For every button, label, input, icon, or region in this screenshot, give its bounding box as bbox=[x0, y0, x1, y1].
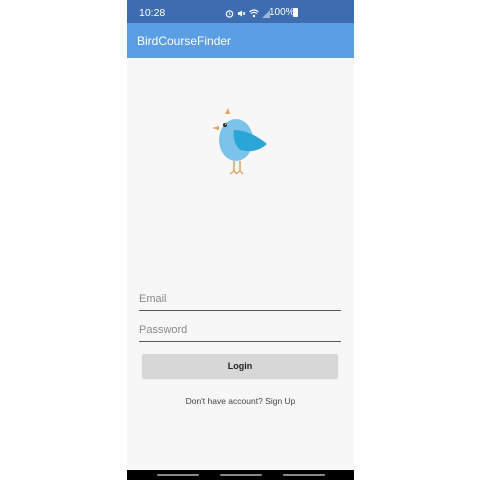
app-title: BirdCourseFinder bbox=[137, 34, 232, 48]
bird-icon bbox=[212, 108, 267, 175]
app-bar: BirdCourseFinder bbox=[127, 23, 354, 58]
wifi-icon bbox=[249, 8, 259, 17]
home-button[interactable] bbox=[220, 474, 262, 476]
battery-icon bbox=[293, 8, 298, 17]
signup-link[interactable]: Don't have account? Sign Up bbox=[127, 396, 354, 406]
navigation-bar bbox=[127, 470, 354, 480]
login-button[interactable]: Login bbox=[142, 354, 338, 378]
battery-percent: 100% bbox=[269, 7, 295, 18]
status-bar: 10:28 100% bbox=[127, 0, 354, 23]
alarm-icon bbox=[225, 9, 234, 18]
mute-icon bbox=[237, 9, 246, 17]
password-field[interactable] bbox=[139, 319, 341, 342]
phone-screen: 10:28 100% BirdCourseFinder Email Login … bbox=[127, 0, 354, 480]
status-time: 10:28 bbox=[139, 7, 166, 19]
email-input[interactable] bbox=[139, 288, 341, 310]
email-field[interactable] bbox=[139, 288, 341, 311]
recent-apps-button[interactable] bbox=[157, 474, 199, 476]
back-button[interactable] bbox=[283, 474, 325, 476]
password-input[interactable] bbox=[139, 319, 341, 341]
bird-logo bbox=[210, 108, 270, 178]
